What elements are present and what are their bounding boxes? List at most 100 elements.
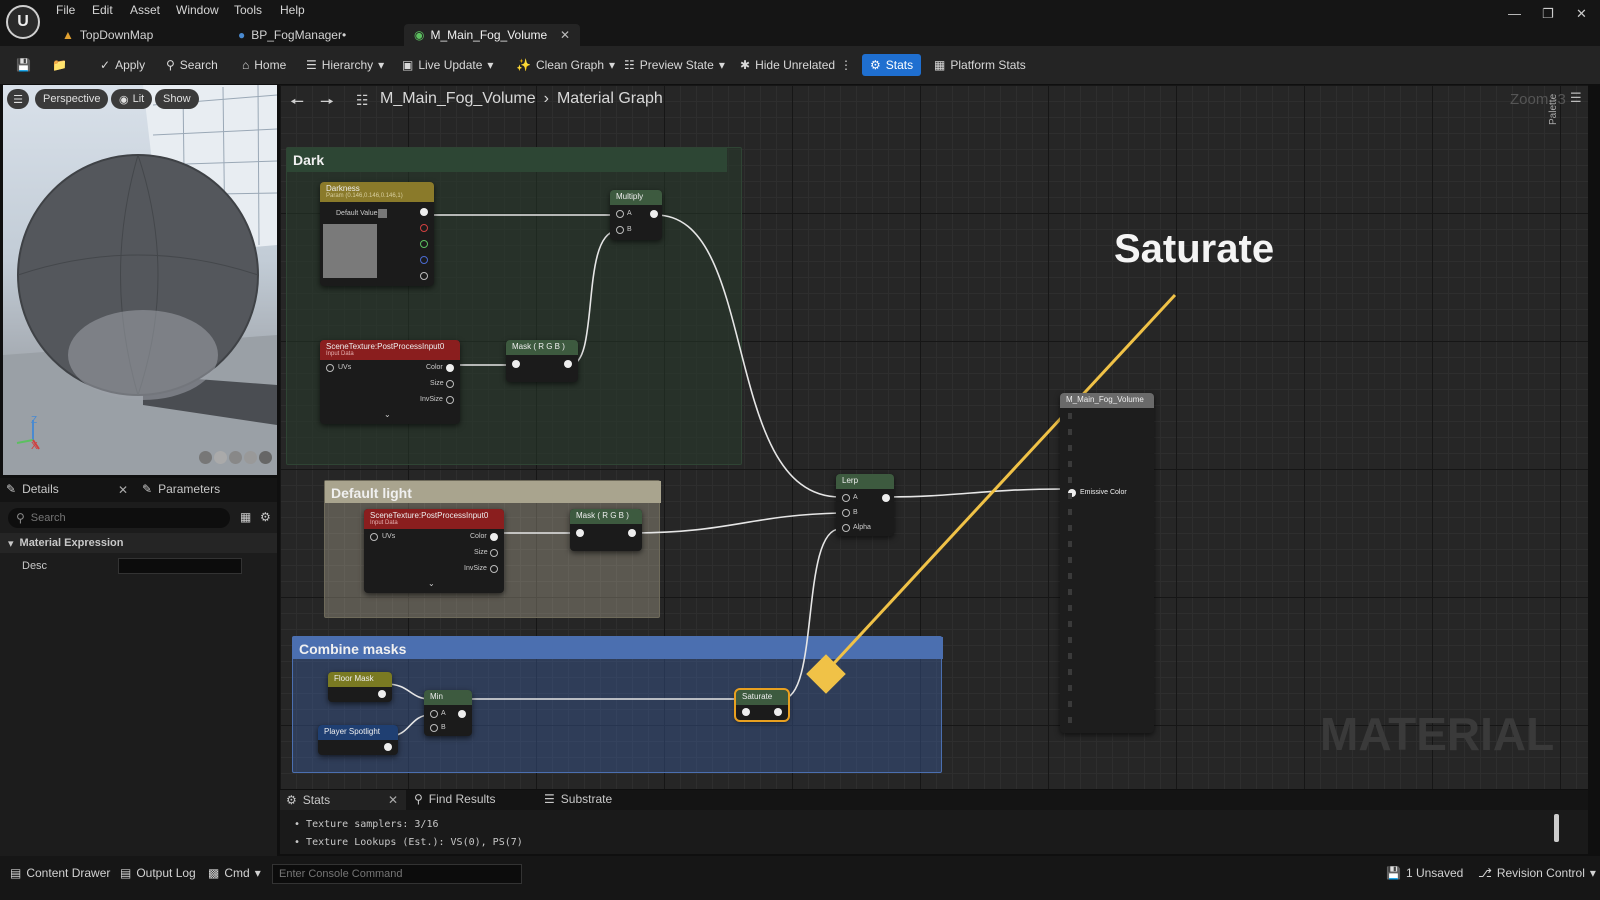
perspective-button[interactable]: Perspective (35, 89, 109, 109)
menu-help[interactable]: Help (280, 3, 305, 17)
teapot-preview-icon[interactable] (259, 451, 272, 464)
menu-tools[interactable]: Tools (234, 3, 262, 17)
console-command-input[interactable] (272, 864, 522, 884)
cube-preview-icon[interactable] (244, 451, 257, 464)
stats-scrollbar[interactable] (1554, 814, 1559, 842)
node-scenetexture-2[interactable]: SceneTexture:PostProcessInput0 Input Dat… (364, 509, 504, 593)
node-player-spotlight[interactable]: Player Spotlight (318, 725, 398, 755)
home-button[interactable]: ⌂ Home (238, 54, 290, 76)
viewport-menu-icon[interactable]: ☰ (7, 89, 29, 109)
settings-gear-icon[interactable]: ⚙ (260, 510, 271, 524)
pin-a-in[interactable] (616, 210, 624, 218)
restore-icon[interactable]: ❐ (1542, 6, 1554, 22)
hide-unrelated-button[interactable]: ✱ Hide Unrelated (736, 54, 839, 76)
node-mask-2[interactable]: Mask ( R G B ) (570, 509, 642, 551)
pin-out[interactable] (628, 529, 636, 537)
search-button[interactable]: ⚲ Search (162, 54, 222, 76)
tab-details[interactable]: ✎ Details (6, 482, 59, 496)
cylinder-preview-icon[interactable] (199, 451, 212, 464)
minimize-icon[interactable]: — (1508, 6, 1521, 21)
unreal-logo-icon[interactable]: U (6, 5, 40, 39)
close-stats-icon[interactable]: ✕ (388, 793, 398, 807)
node-mask-1[interactable]: Mask ( R G B ) (506, 340, 578, 382)
material-graph[interactable]: 🠔 🠖 ☷ M_Main_Fog_Volume › Material Graph… (280, 85, 1588, 789)
menu-asset[interactable]: Asset (130, 3, 160, 17)
node-saturate[interactable]: Saturate (734, 688, 790, 722)
pin-size[interactable] (446, 380, 454, 388)
pin-color[interactable] (490, 533, 498, 541)
platform-stats-button[interactable]: ▦ Platform Stats (930, 54, 1030, 76)
show-button[interactable]: Show (155, 89, 199, 109)
material-expression-section[interactable]: ▾ Material Expression (0, 533, 277, 553)
tab-parameters[interactable]: ✎ Parameters (142, 482, 220, 496)
unsaved-button[interactable]: 💾 1 Unsaved (1386, 866, 1463, 880)
tab-stats[interactable]: ⚙ Stats ✕ (280, 790, 406, 810)
content-drawer-button[interactable]: ▤ Content Drawer (10, 866, 110, 880)
node-multiply[interactable]: Multiply A B (610, 190, 662, 240)
details-search-input[interactable] (30, 512, 211, 524)
browse-icon[interactable]: 📁 (48, 54, 71, 76)
expand-icon[interactable]: ⌄ (428, 579, 435, 588)
node-darkness[interactable]: Darkness Param (0.146,0.146,0.146,1) Def… (320, 182, 434, 286)
preview-viewport[interactable]: ☰ Perspective ◉ Lit Show Z X (3, 85, 277, 475)
pin-b-in[interactable] (616, 226, 624, 234)
cmd-dropdown[interactable]: ▩ Cmd ▾ (208, 866, 261, 880)
tab-bp-fogmanager[interactable]: ● BP_FogManager• (228, 24, 400, 46)
pin-a-in[interactable] (430, 710, 438, 718)
pin-r[interactable] (420, 224, 428, 232)
node-min[interactable]: Min A B (424, 690, 472, 736)
close-window-icon[interactable]: ✕ (1576, 6, 1587, 22)
pin-out[interactable] (384, 743, 392, 751)
node-scenetexture-1[interactable]: SceneTexture:PostProcessInput0 Input Dat… (320, 340, 460, 424)
pin-alpha-in[interactable] (842, 524, 850, 532)
tab-substrate[interactable]: ☰ Substrate (544, 792, 612, 806)
more-options-icon[interactable]: ⋮ (836, 54, 856, 76)
pin-invsize[interactable] (490, 565, 498, 573)
default-value-swatch[interactable] (378, 209, 387, 218)
details-search[interactable]: ⚲ (8, 508, 230, 528)
pin-a-in[interactable] (842, 494, 850, 502)
pin-in[interactable] (512, 360, 520, 368)
desc-input[interactable] (118, 558, 242, 574)
pin-out[interactable] (564, 360, 572, 368)
stats-button[interactable]: ⚙ Stats (862, 54, 922, 76)
hierarchy-button[interactable]: ☰ Hierarchy ▾ (302, 54, 388, 76)
expand-icon[interactable]: ⌄ (384, 410, 391, 419)
pin-out[interactable] (378, 690, 386, 698)
pin-invsize[interactable] (446, 396, 454, 404)
pin-uvs[interactable] (370, 533, 378, 541)
tab-m-main-fog-volume[interactable]: ◉ M_Main_Fog_Volume ✕ (404, 24, 580, 46)
preview-state-button[interactable]: ☷ Preview State ▾ (620, 54, 729, 76)
table-view-icon[interactable]: ▦ (240, 510, 251, 524)
tab-topdownmap[interactable]: ▲ TopDownMap (52, 24, 224, 46)
save-icon[interactable]: 💾 (12, 54, 35, 76)
pin-color[interactable] (446, 364, 454, 372)
pin-out[interactable] (774, 708, 782, 716)
clean-graph-button[interactable]: ✨ Clean Graph ▾ (512, 54, 619, 76)
plane-preview-icon[interactable] (229, 451, 242, 464)
pin-a[interactable] (420, 272, 428, 280)
menu-window[interactable]: Window (176, 3, 219, 17)
close-tab-icon[interactable]: ✕ (560, 28, 570, 42)
pin-size[interactable] (490, 549, 498, 557)
pin-out[interactable] (458, 710, 466, 718)
apply-button[interactable]: ✓ Apply (96, 54, 149, 76)
menu-file[interactable]: File (56, 3, 75, 17)
pin-b-in[interactable] (842, 509, 850, 517)
pin-out[interactable] (650, 210, 658, 218)
live-update-button[interactable]: ▣ Live Update ▾ (398, 54, 497, 76)
pin-in[interactable] (576, 529, 584, 537)
pin-out[interactable] (882, 494, 890, 502)
pin-uvs[interactable] (326, 364, 334, 372)
revision-control-button[interactable]: ⎇ Revision Control ▾ (1478, 866, 1596, 880)
pin-b[interactable] (420, 256, 428, 264)
node-result-material[interactable]: M_Main_Fog_Volume Emissive Color (1060, 393, 1154, 733)
menu-edit[interactable]: Edit (92, 3, 113, 17)
node-lerp[interactable]: Lerp A B Alpha (836, 474, 894, 536)
sphere-preview-icon[interactable] (214, 451, 227, 464)
node-floor-mask[interactable]: Floor Mask (328, 672, 392, 702)
tab-find-results[interactable]: ⚲ Find Results (414, 792, 496, 806)
pin-g[interactable] (420, 240, 428, 248)
output-log-button[interactable]: ▤ Output Log (120, 866, 196, 880)
close-details-icon[interactable]: ✕ (118, 483, 128, 497)
